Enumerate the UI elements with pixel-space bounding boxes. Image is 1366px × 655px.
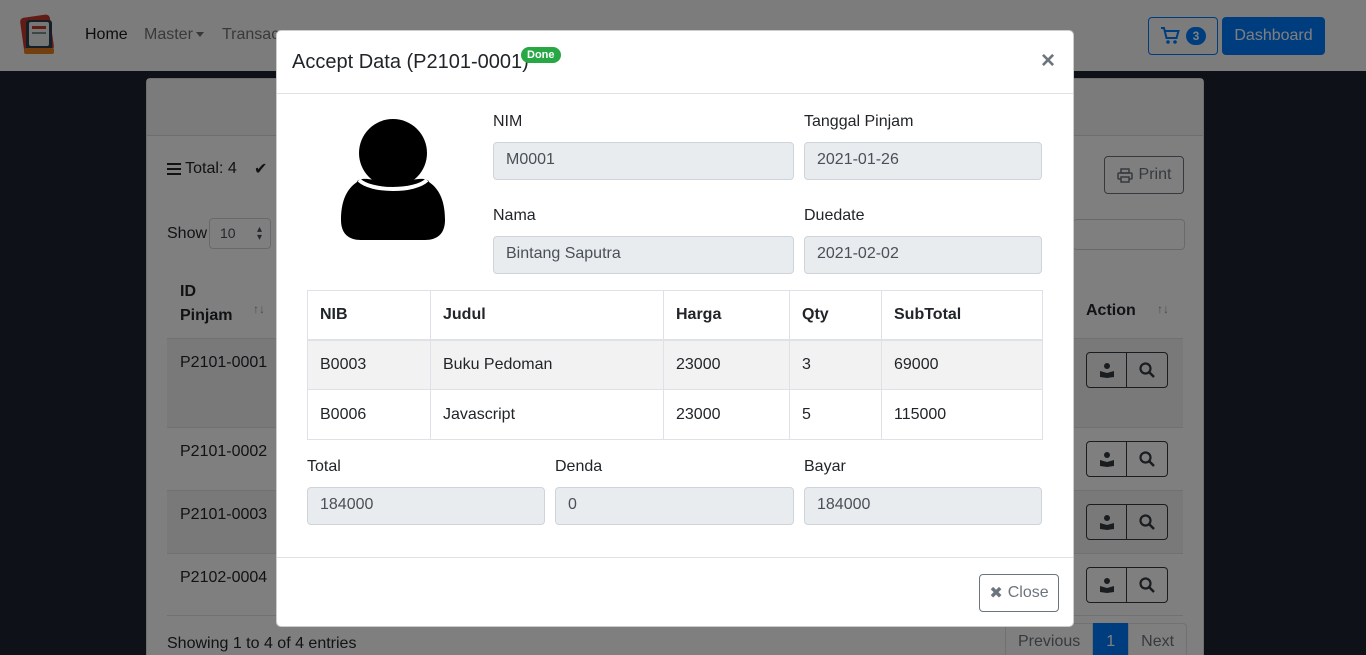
tanggal-pinjam-label: Tanggal Pinjam	[804, 113, 914, 130]
nim-label: NIM	[493, 113, 523, 130]
modal-footer: ✖ Close	[277, 557, 1073, 628]
book-items-table: NIB Judul Harga Qty SubTotal B0003 Buku …	[307, 290, 1043, 440]
denda-label: Denda	[555, 458, 603, 475]
cell-qty: 3	[789, 341, 881, 389]
cell-qty: 5	[789, 390, 881, 439]
tanggal-pinjam-field[interactable]: 2021-01-26	[804, 142, 1042, 180]
close-icon[interactable]: ×	[1041, 49, 1055, 73]
table-row: B0006 Javascript 23000 5 115000	[308, 390, 1042, 439]
col-header-qty: Qty	[789, 291, 881, 339]
duedate-field[interactable]: 2021-02-02	[804, 236, 1042, 274]
cell-judul: Buku Pedoman	[430, 341, 663, 389]
cell-subtotal: 115000	[881, 390, 1042, 439]
cell-subtotal: 69000	[881, 341, 1042, 389]
modal-title: Accept Data (P2101-0001)	[292, 51, 529, 73]
accept-data-modal: Accept Data (P2101-0001) Done × NIM M000…	[276, 30, 1074, 627]
col-header-subtotal: SubTotal	[881, 291, 1042, 339]
denda-field[interactable]: 0	[555, 487, 794, 525]
close-button[interactable]: ✖ Close	[979, 574, 1059, 612]
duedate-label: Duedate	[804, 207, 865, 224]
cell-nib: B0003	[320, 356, 367, 373]
table-row: B0003 Buku Pedoman 23000 3 69000	[308, 341, 1042, 390]
total-label: Total	[307, 458, 341, 475]
nim-field[interactable]: M0001	[493, 142, 794, 180]
cell-harga: 23000	[663, 390, 789, 439]
bayar-label: Bayar	[804, 458, 846, 475]
close-icon: ✖	[989, 585, 1003, 602]
col-header-judul: Judul	[430, 291, 663, 339]
nama-field[interactable]: Bintang Saputra	[493, 236, 794, 274]
cell-nib: B0006	[320, 405, 367, 423]
bayar-field[interactable]: 184000	[804, 487, 1042, 525]
nama-label: Nama	[493, 207, 536, 224]
col-header-harga: Harga	[663, 291, 789, 339]
cell-judul: Javascript	[430, 390, 663, 439]
status-badge: Done	[521, 47, 561, 63]
cell-harga: 23000	[663, 341, 789, 389]
close-label: Close	[1007, 584, 1049, 601]
user-avatar-icon	[341, 119, 445, 240]
total-field[interactable]: 184000	[307, 487, 545, 525]
table-header-row: NIB Judul Harga Qty SubTotal	[308, 291, 1042, 341]
col-header-nib: NIB	[320, 306, 348, 323]
modal-header: Accept Data (P2101-0001) Done ×	[277, 31, 1073, 94]
